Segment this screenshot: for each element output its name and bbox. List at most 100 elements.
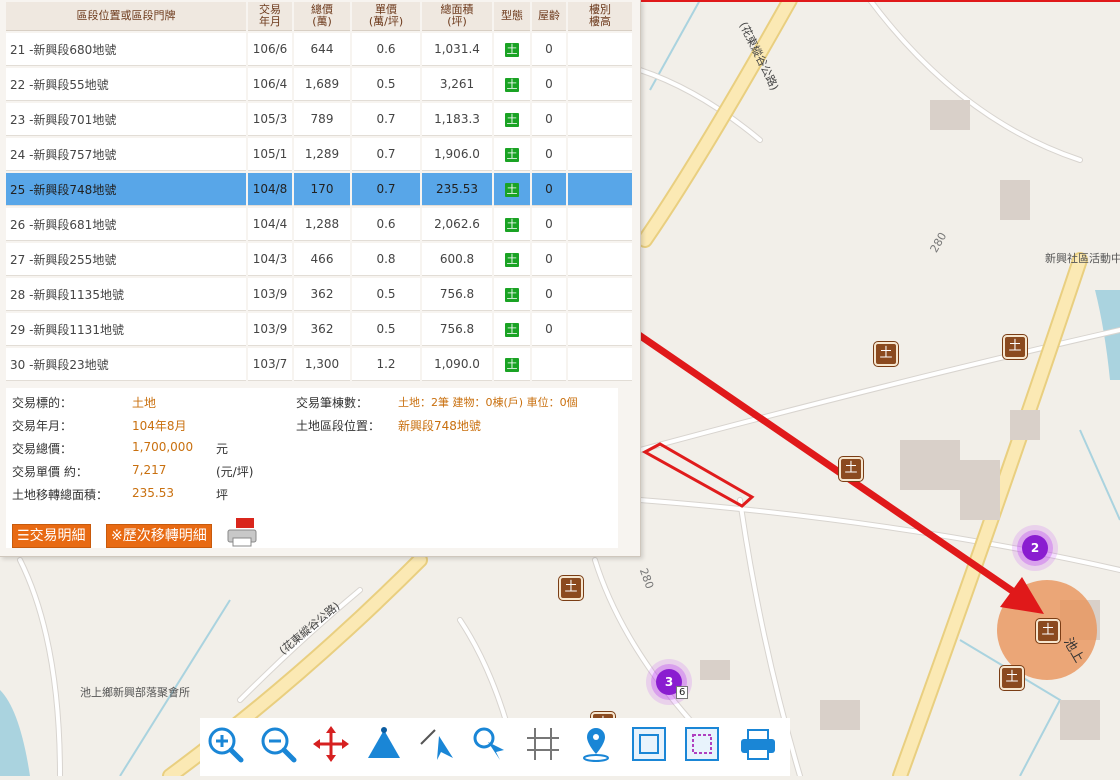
land-marker[interactable]: 土: [839, 457, 863, 481]
header-unit-price: 單價 (萬/坪): [352, 2, 420, 31]
unit-price-unit: (元/坪): [216, 465, 254, 479]
header-age: 屋齡: [532, 2, 566, 31]
land-marker[interactable]: 土: [559, 576, 583, 600]
cell-floor: [568, 313, 632, 346]
cell-date: 104/8: [248, 173, 292, 206]
cell-date: 105/1: [248, 138, 292, 171]
header-type: 型態: [494, 2, 530, 31]
select-icon[interactable]: [417, 724, 457, 764]
transaction-detail-button[interactable]: ☰交易明細: [12, 524, 91, 548]
cell-unit-price: 0.5: [352, 68, 420, 101]
cell-floor: [568, 103, 632, 136]
map-toolbar: [200, 718, 790, 776]
cell-date: 106/4: [248, 68, 292, 101]
cell-location: 26 -新興段681地號: [6, 208, 246, 241]
land-marker[interactable]: 土: [1003, 335, 1027, 359]
cell-type: 土: [494, 138, 530, 171]
frame-dashed-icon[interactable]: [682, 724, 722, 764]
area-unit: 坪: [216, 488, 229, 502]
area-value: 235.53: [132, 486, 174, 500]
count-label: 交易筆棟數：: [296, 396, 369, 410]
identify-icon[interactable]: [470, 724, 510, 764]
total-label: 交易總價：: [12, 442, 73, 456]
cell-date: 103/7: [248, 348, 292, 381]
unit-price-value: 7,217: [132, 463, 167, 477]
cell-age: 0: [532, 138, 566, 171]
cell-location: 22 -新興段55地號: [6, 68, 246, 101]
cell-location: 30 -新興段23地號: [6, 348, 246, 381]
table-row[interactable]: 21 -新興段680地號 106/6 644 0.6 1,031.4 土 0: [6, 33, 632, 66]
cell-age: 0: [532, 313, 566, 346]
land-type-icon: 土: [505, 287, 519, 302]
cell-type: 土: [494, 68, 530, 101]
cell-area: 1,090.0: [422, 348, 492, 381]
area-label: 土地移轉總面積：: [12, 488, 109, 502]
printer-icon[interactable]: [738, 724, 778, 764]
header-location: 區段位置或區段門牌: [6, 2, 246, 31]
parcel-icon[interactable]: [523, 724, 563, 764]
table-header-row: 區段位置或區段門牌 交易 年月 總價 (萬) 單價 (萬/坪) 總面積 (坪) 型態 屋…: [6, 2, 632, 31]
table-row[interactable]: 24 -新興段757地號 105/1 1,289 0.7 1,906.0 土 0: [6, 138, 632, 171]
table-row[interactable]: 22 -新興段55地號 106/4 1,689 0.5 3,261 土 0: [6, 68, 632, 101]
cell-total: 1,288: [294, 208, 350, 241]
community-center-label: 新興社區活動中: [1045, 252, 1120, 265]
location-pin-icon[interactable]: [576, 724, 616, 764]
cell-unit-price: 0.7: [352, 138, 420, 171]
cell-location: 25 -新興段748地號: [6, 173, 246, 206]
table-row-selected[interactable]: 25 -新興段748地號 104/8 170 0.7 235.53 土 0: [6, 173, 632, 206]
table-row[interactable]: 26 -新興段681地號 104/4 1,288 0.6 2,062.6 土 0: [6, 208, 632, 241]
table-row[interactable]: 27 -新興段255地號 104/3 466 0.8 600.8 土 0: [6, 243, 632, 276]
cell-floor: [568, 243, 632, 276]
table-row[interactable]: 30 -新興段23地號 103/7 1,300 1.2 1,090.0 土: [6, 348, 632, 381]
cell-location: 27 -新興段255地號: [6, 243, 246, 276]
land-marker[interactable]: 土: [874, 342, 898, 366]
header-floor: 樓別 樓高: [568, 2, 632, 31]
cell-unit-price: 0.5: [352, 278, 420, 311]
section-label: 土地區段位置：: [296, 419, 381, 433]
cluster-marker[interactable]: 2: [1022, 535, 1048, 561]
cell-floor: [568, 278, 632, 311]
cell-date: 105/3: [248, 103, 292, 136]
cell-date: 106/6: [248, 33, 292, 66]
cell-area: 3,261: [422, 68, 492, 101]
list-icon: ☰: [17, 528, 30, 544]
cell-total: 1,289: [294, 138, 350, 171]
header-date: 交易 年月: [248, 2, 292, 31]
zoom-in-icon[interactable]: [205, 724, 245, 764]
date-label: 交易年月：: [12, 419, 73, 433]
assembly-hall-label: 池上鄉新興部落聚會所: [80, 686, 190, 699]
cell-age: 0: [532, 278, 566, 311]
table-row[interactable]: 29 -新興段1131地號 103/9 362 0.5 756.8 土 0: [6, 313, 632, 346]
pan-icon[interactable]: [311, 724, 351, 764]
land-marker[interactable]: 土: [1000, 666, 1024, 690]
land-type-icon: 土: [505, 322, 519, 337]
target-label: 交易標的：: [12, 396, 73, 410]
transfer-history-button[interactable]: ※歷次移轉明細: [106, 524, 212, 548]
frame-icon[interactable]: [629, 724, 669, 764]
cell-location: 29 -新興段1131地號: [6, 313, 246, 346]
cell-age: 0: [532, 243, 566, 276]
table-row[interactable]: 23 -新興段701地號 105/3 789 0.7 1,183.3 土 0: [6, 103, 632, 136]
cell-floor: [568, 173, 632, 206]
pdf-print-icon[interactable]: [226, 516, 258, 548]
table-row[interactable]: 28 -新興段1135地號 103/9 362 0.5 756.8 土 0: [6, 278, 632, 311]
cell-age: 0: [532, 103, 566, 136]
cell-total: 170: [294, 173, 350, 206]
measure-area-icon[interactable]: [364, 724, 404, 764]
cell-location: 23 -新興段701地號: [6, 103, 246, 136]
header-total: 總價 (萬): [294, 2, 350, 31]
cell-type: 土: [494, 313, 530, 346]
cell-total: 362: [294, 313, 350, 346]
cell-area: 756.8: [422, 313, 492, 346]
cell-type: 土: [494, 33, 530, 66]
transaction-panel: 區段位置或區段門牌 交易 年月 總價 (萬) 單價 (萬/坪) 總面積 (坪) 型態 屋…: [0, 0, 641, 557]
zoom-out-icon[interactable]: [258, 724, 298, 764]
cell-type: 土: [494, 103, 530, 136]
cell-age: 0: [532, 68, 566, 101]
transaction-detail: 交易標的： 土地 交易年月： 104年8月 交易總價： 1,700,000 元 …: [6, 388, 618, 548]
cell-age: 0: [532, 173, 566, 206]
cell-type: 土: [494, 348, 530, 381]
cell-age: 0: [532, 33, 566, 66]
land-type-icon: 土: [505, 182, 519, 197]
land-marker-selected[interactable]: 土: [1036, 619, 1060, 643]
